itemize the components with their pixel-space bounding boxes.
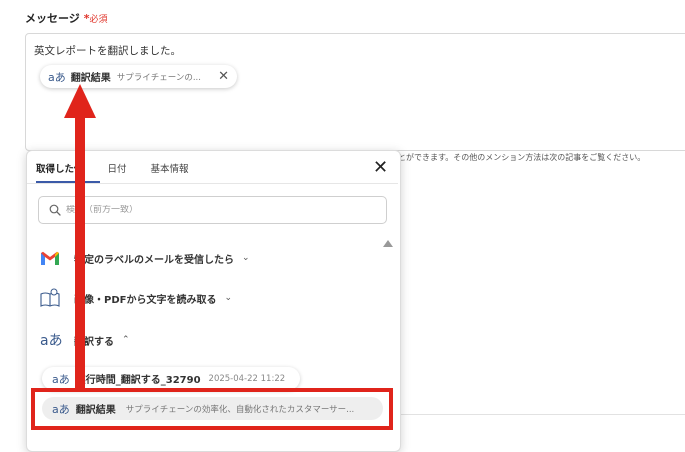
close-icon[interactable]: ✕ — [218, 69, 229, 84]
value-chip-timestamp: 2025-04-22 11:22 — [208, 373, 286, 384]
message-field-label: メッセージ *必須 — [25, 10, 108, 26]
chevron-down-icon: ⌄ — [224, 293, 233, 303]
ocr-book-icon — [40, 288, 60, 307]
divider — [398, 414, 685, 415]
chevron-up-icon: ⌃ — [122, 335, 130, 345]
tab-basic-info[interactable]: 基本情報 — [151, 161, 189, 183]
translate-icon: aあ — [40, 333, 63, 349]
message-label-text: メッセージ — [25, 12, 80, 25]
chip-value: サプライチェーンの... — [116, 72, 201, 83]
tab-date[interactable]: 日付 — [108, 161, 127, 183]
close-icon[interactable]: ✕ — [373, 159, 388, 177]
chevron-down-icon: ⌄ — [242, 253, 250, 263]
annotation-arrow — [64, 84, 96, 392]
scroll-up-arrow-icon[interactable] — [383, 240, 393, 247]
gmail-icon — [41, 251, 59, 265]
mention-help-text: とができます。その他のメンション方法は次の記事をご覧ください。 — [398, 153, 646, 162]
required-text: 必須 — [89, 15, 108, 25]
search-input[interactable] — [66, 205, 366, 215]
message-body-text: 英文レポートを翻訳しました。 — [34, 45, 181, 57]
